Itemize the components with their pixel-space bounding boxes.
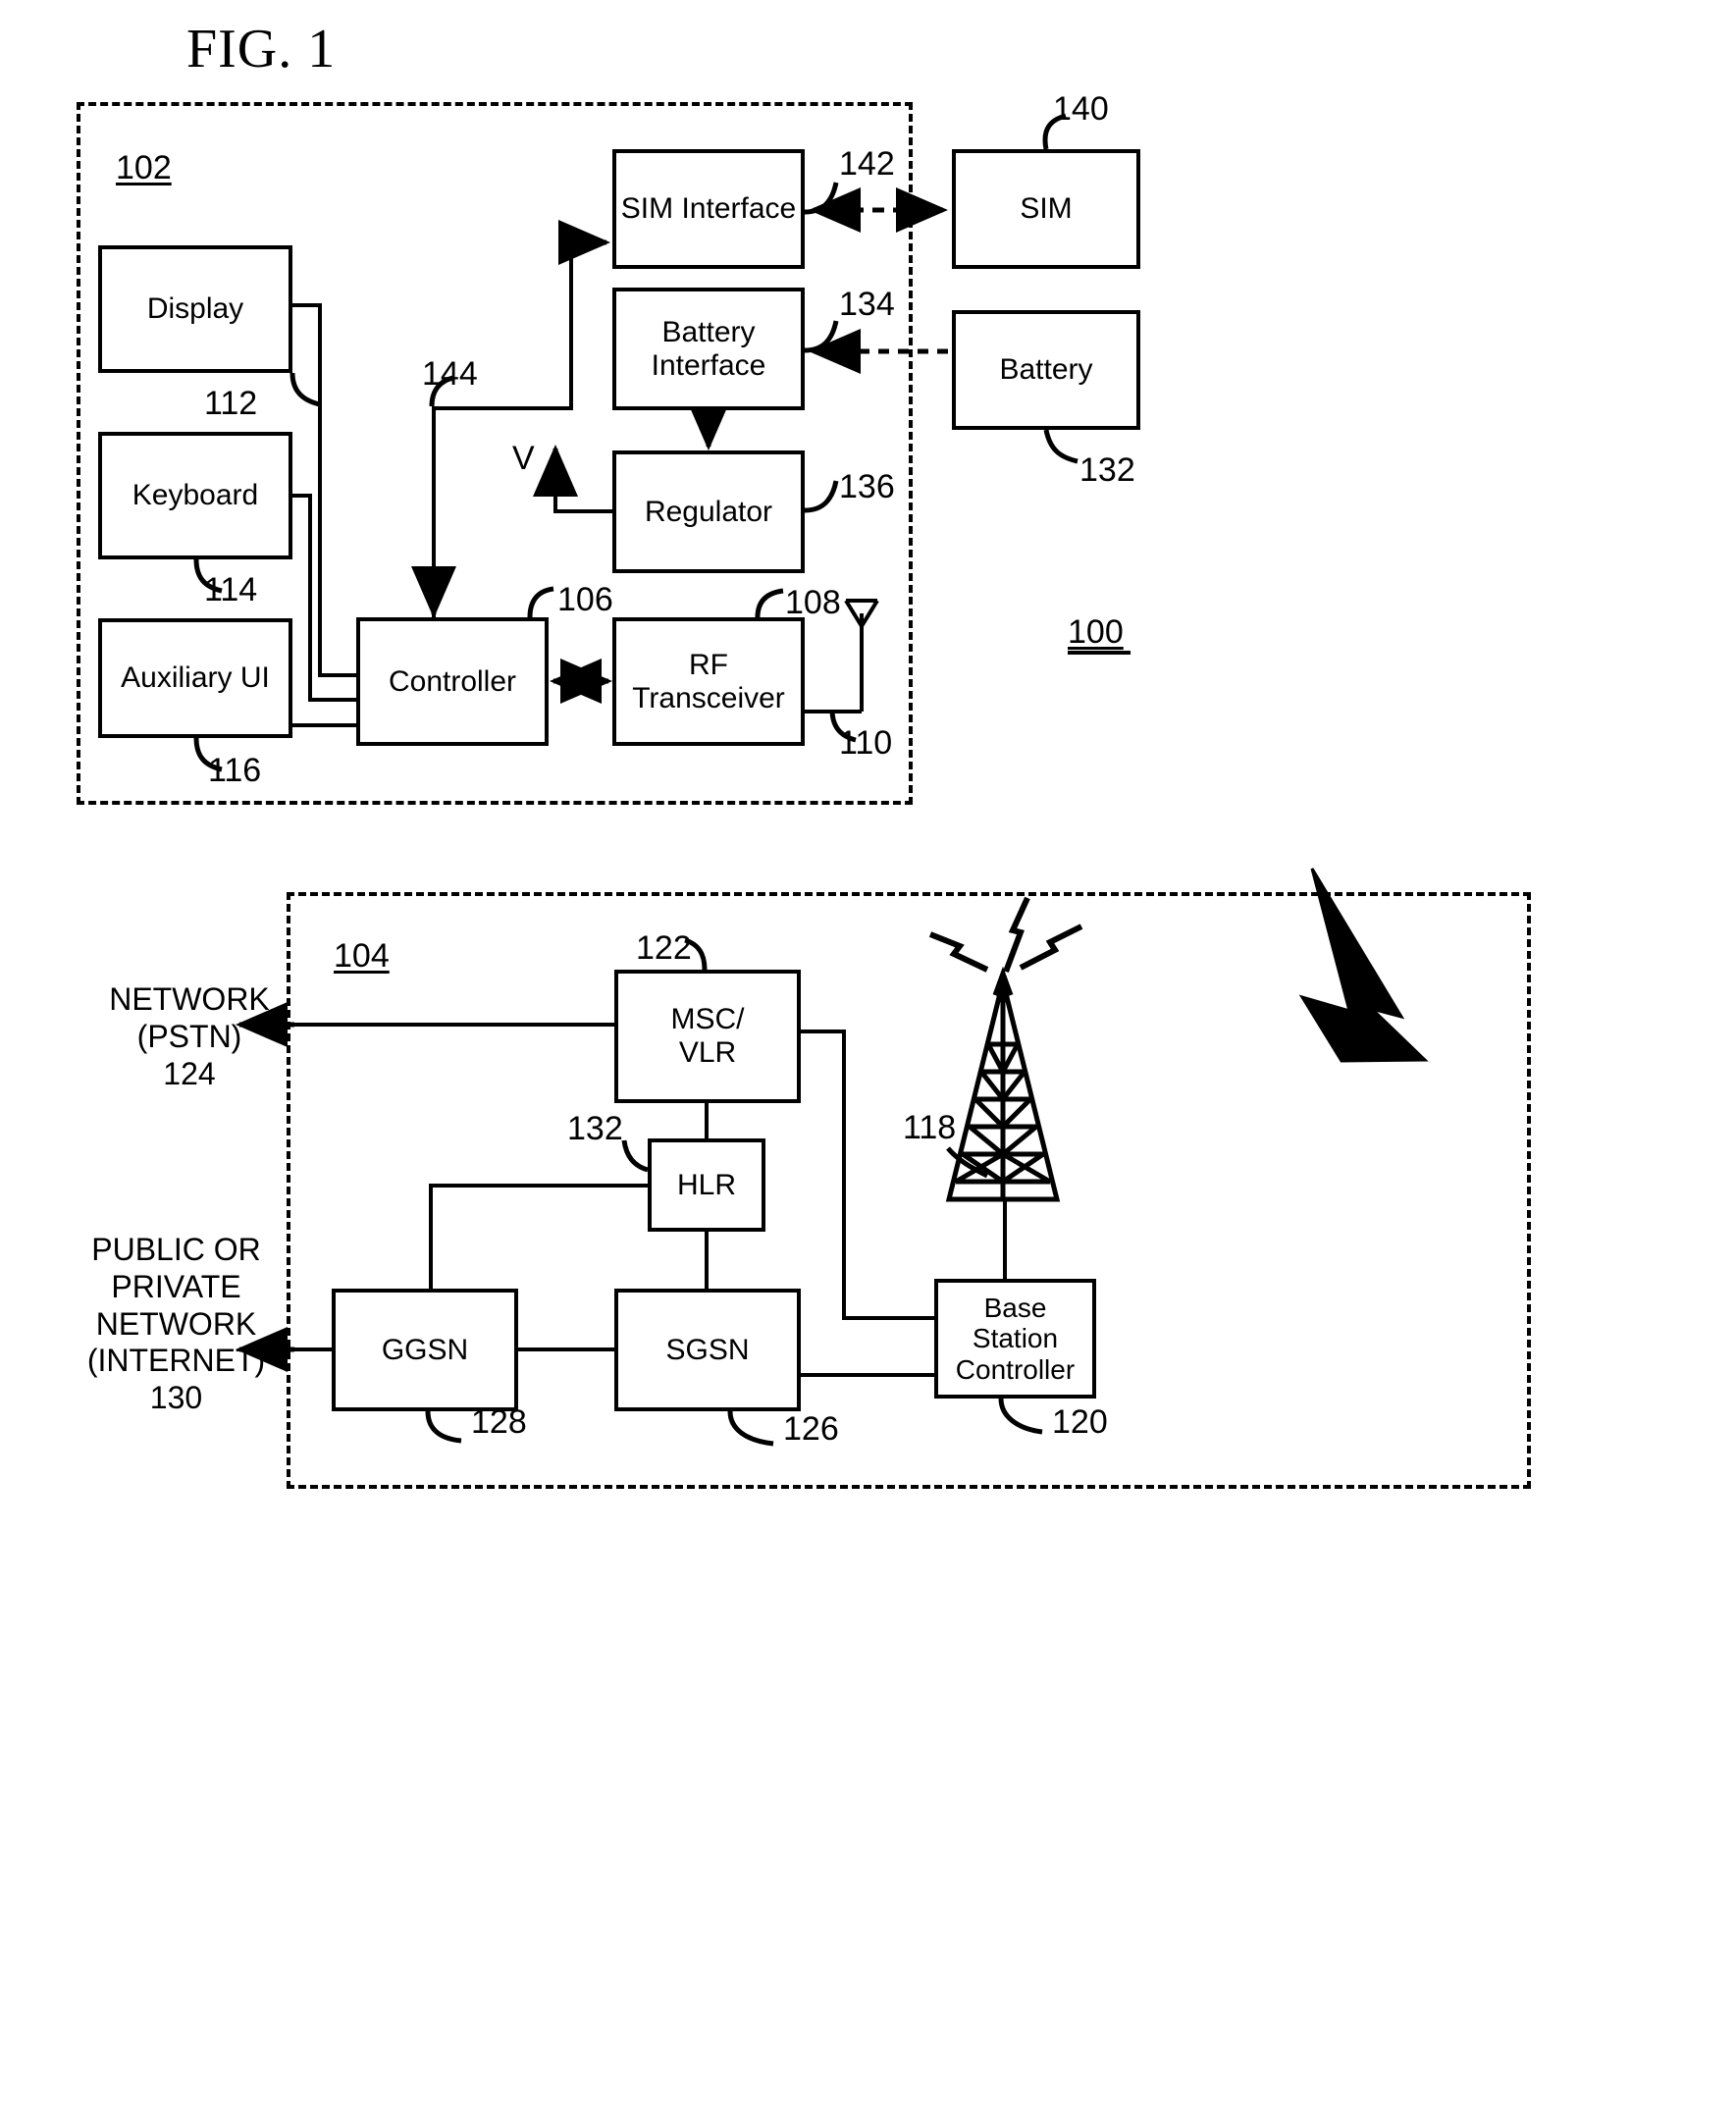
- regulator-label: Regulator: [644, 495, 773, 528]
- ggsn-block: GGSN: [332, 1289, 518, 1411]
- ref-136: 136: [839, 468, 895, 505]
- patent-figure-page: FIG. 1 102 Display 112 Keyboard 114 Auxi…: [0, 0, 1736, 2113]
- internet-network-label: PUBLIC OR PRIVATE NETWORK (INTERNET) 130: [86, 1232, 266, 1415]
- ref-102: 102: [116, 149, 172, 186]
- ref-120: 120: [1052, 1403, 1108, 1441]
- auxiliary-ui-block: Auxiliary UI: [98, 618, 292, 738]
- mscvlr-right-h: [799, 1030, 846, 1033]
- mscvlr-to-bsc: [842, 1316, 936, 1320]
- display-label: Display: [146, 292, 244, 326]
- ggsn-sgsn-link: [516, 1347, 616, 1351]
- ref-144: 144: [422, 355, 478, 393]
- rf-to-antenna-h: [805, 710, 862, 713]
- antenna-mast: [860, 613, 864, 712]
- sim-interface-label: SIM Interface: [620, 192, 797, 226]
- regulator-v-out-h: [553, 509, 614, 513]
- bus-144-into-sim-interface: [569, 242, 599, 246]
- keyboard-bus-into-controller: [308, 698, 358, 702]
- display-bus-into-controller: [318, 673, 358, 677]
- ref-106: 106: [557, 581, 613, 618]
- ref-116: 116: [208, 752, 262, 789]
- battery-interface-block: Battery Interface: [612, 288, 805, 410]
- rf-transceiver-block: RF Transceiver: [612, 617, 805, 746]
- hlr-label: HLR: [676, 1168, 736, 1201]
- ref-140: 140: [1053, 90, 1109, 128]
- bus-144-horizontal: [432, 406, 573, 410]
- bus-144-vertical: [432, 406, 436, 618]
- sgsn-label: SGSN: [665, 1333, 750, 1366]
- base-station-controller-label: Base Station Controller: [955, 1292, 1076, 1385]
- ref-104: 104: [334, 937, 390, 975]
- mscvlr-to-pstn: [247, 1023, 616, 1027]
- controller-label: Controller: [388, 664, 517, 698]
- keyboard-to-bus-v: [308, 494, 312, 702]
- auxiliary-ui-label: Auxiliary UI: [121, 661, 270, 695]
- rf-transceiver-label: RF Transceiver: [632, 648, 785, 714]
- auxui-to-controller: [292, 723, 358, 727]
- sgsn-block: SGSN: [614, 1289, 801, 1411]
- ref-134: 134: [839, 286, 895, 323]
- hlr-left-h: [429, 1184, 650, 1188]
- ref-122: 122: [636, 929, 692, 967]
- msc-vlr-block: MSC/ VLR: [614, 970, 801, 1103]
- base-station-controller-block: Base Station Controller: [934, 1279, 1096, 1399]
- controller-block: Controller: [356, 617, 549, 746]
- figure-title: FIG. 1: [186, 19, 337, 79]
- sim-interface-block: SIM Interface: [612, 149, 805, 269]
- batt-if-to-regulator: [707, 410, 710, 435]
- display-block: Display: [98, 245, 292, 373]
- regulator-block: Regulator: [612, 450, 805, 573]
- battery-interface-label: Battery Interface: [651, 315, 766, 382]
- sgsn-to-bsc: [799, 1373, 936, 1377]
- bus-144-riser: [569, 242, 573, 410]
- ref-142: 142: [839, 145, 895, 183]
- ref-118: 118: [903, 1109, 957, 1146]
- ref-100: 100: [1068, 613, 1124, 651]
- controller-rf-link: [561, 679, 601, 683]
- ref-110: 110: [839, 724, 893, 762]
- battery-block: Battery: [952, 310, 1140, 430]
- pstn-network-label: NETWORK (PSTN) 124: [109, 981, 270, 1091]
- hlr-left-v: [429, 1184, 433, 1291]
- ref-132-battery: 132: [1079, 451, 1135, 489]
- ggsn-label: GGSN: [381, 1333, 469, 1366]
- ref-126: 126: [783, 1410, 839, 1448]
- sim-label: SIM: [1020, 192, 1073, 226]
- hlr-block: HLR: [648, 1138, 765, 1232]
- mscvlr-right-v: [842, 1030, 846, 1320]
- keyboard-block: Keyboard: [98, 432, 292, 559]
- voltage-label: V: [512, 440, 535, 477]
- ref-108: 108: [785, 584, 841, 621]
- ref-128: 128: [471, 1403, 527, 1441]
- sim-block: SIM: [952, 149, 1140, 269]
- ref-132-hlr: 132: [567, 1110, 623, 1147]
- display-to-bus-v: [318, 303, 322, 677]
- battery-label: Battery: [999, 353, 1093, 387]
- keyboard-label: Keyboard: [132, 479, 259, 512]
- bsc-to-tower: [1003, 1199, 1007, 1281]
- ref-112: 112: [204, 385, 258, 422]
- mscvlr-to-hlr: [705, 1101, 709, 1140]
- ref-114: 114: [204, 571, 258, 608]
- msc-vlr-label: MSC/ VLR: [670, 1003, 745, 1069]
- regulator-v-out-v: [553, 461, 557, 512]
- hlr-to-sgsn: [705, 1230, 709, 1291]
